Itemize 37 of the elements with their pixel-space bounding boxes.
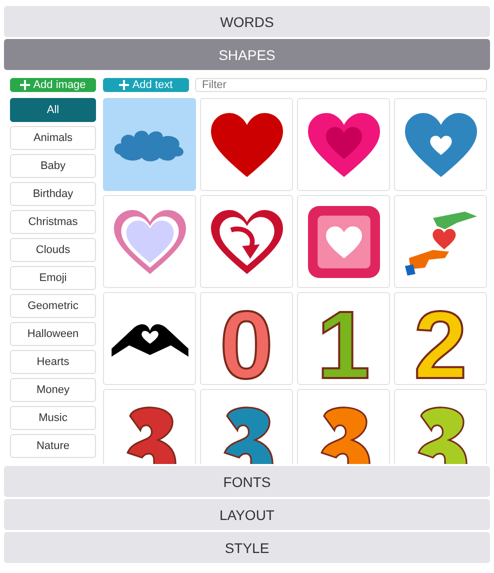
shape-tile[interactable] bbox=[103, 389, 196, 464]
shape-tile[interactable] bbox=[200, 98, 293, 191]
number-graphic: 2 bbox=[414, 298, 468, 384]
shape-tile[interactable] bbox=[103, 98, 196, 191]
shape-tile[interactable] bbox=[297, 389, 390, 464]
category-item[interactable]: Music bbox=[10, 406, 96, 430]
shape-tile[interactable] bbox=[394, 195, 487, 288]
plus-icon bbox=[20, 80, 30, 90]
shape-tile[interactable] bbox=[394, 98, 487, 191]
category-item[interactable]: Nature bbox=[10, 434, 96, 458]
shape-tile[interactable] bbox=[103, 292, 196, 385]
plus-icon bbox=[119, 80, 130, 90]
shape-tile[interactable] bbox=[200, 195, 293, 288]
section-header[interactable]: SHAPES bbox=[4, 39, 490, 70]
shape-tile[interactable] bbox=[200, 389, 293, 464]
category-item[interactable]: Baby bbox=[10, 154, 96, 178]
category-item[interactable]: Birthday bbox=[10, 182, 96, 206]
category-item[interactable]: Clouds bbox=[10, 238, 96, 262]
category-item[interactable]: Animals bbox=[10, 126, 96, 150]
category-item[interactable]: Halloween bbox=[10, 322, 96, 346]
section-header[interactable]: WORDS bbox=[4, 6, 490, 37]
shape-tile[interactable] bbox=[297, 98, 390, 191]
category-item[interactable]: Emoji bbox=[10, 266, 96, 290]
section-header[interactable]: FONTS bbox=[4, 466, 490, 497]
filter-field[interactable]: Filter bbox=[195, 78, 487, 92]
category-item[interactable]: Hearts bbox=[10, 350, 96, 374]
shape-tile[interactable] bbox=[297, 195, 390, 288]
section-header[interactable]: LAYOUT bbox=[4, 499, 490, 530]
category-item[interactable]: Christmas bbox=[10, 210, 96, 234]
shape-tile[interactable] bbox=[394, 389, 487, 464]
category-item[interactable]: All bbox=[10, 98, 96, 122]
category-item[interactable]: Geometric bbox=[10, 294, 96, 318]
category-item[interactable]: Money bbox=[10, 378, 96, 402]
number-graphic: 0 bbox=[220, 298, 274, 384]
section-header[interactable]: STYLE bbox=[4, 532, 490, 563]
shape-tile[interactable] bbox=[103, 195, 196, 288]
number-graphic: 1 bbox=[316, 298, 370, 384]
